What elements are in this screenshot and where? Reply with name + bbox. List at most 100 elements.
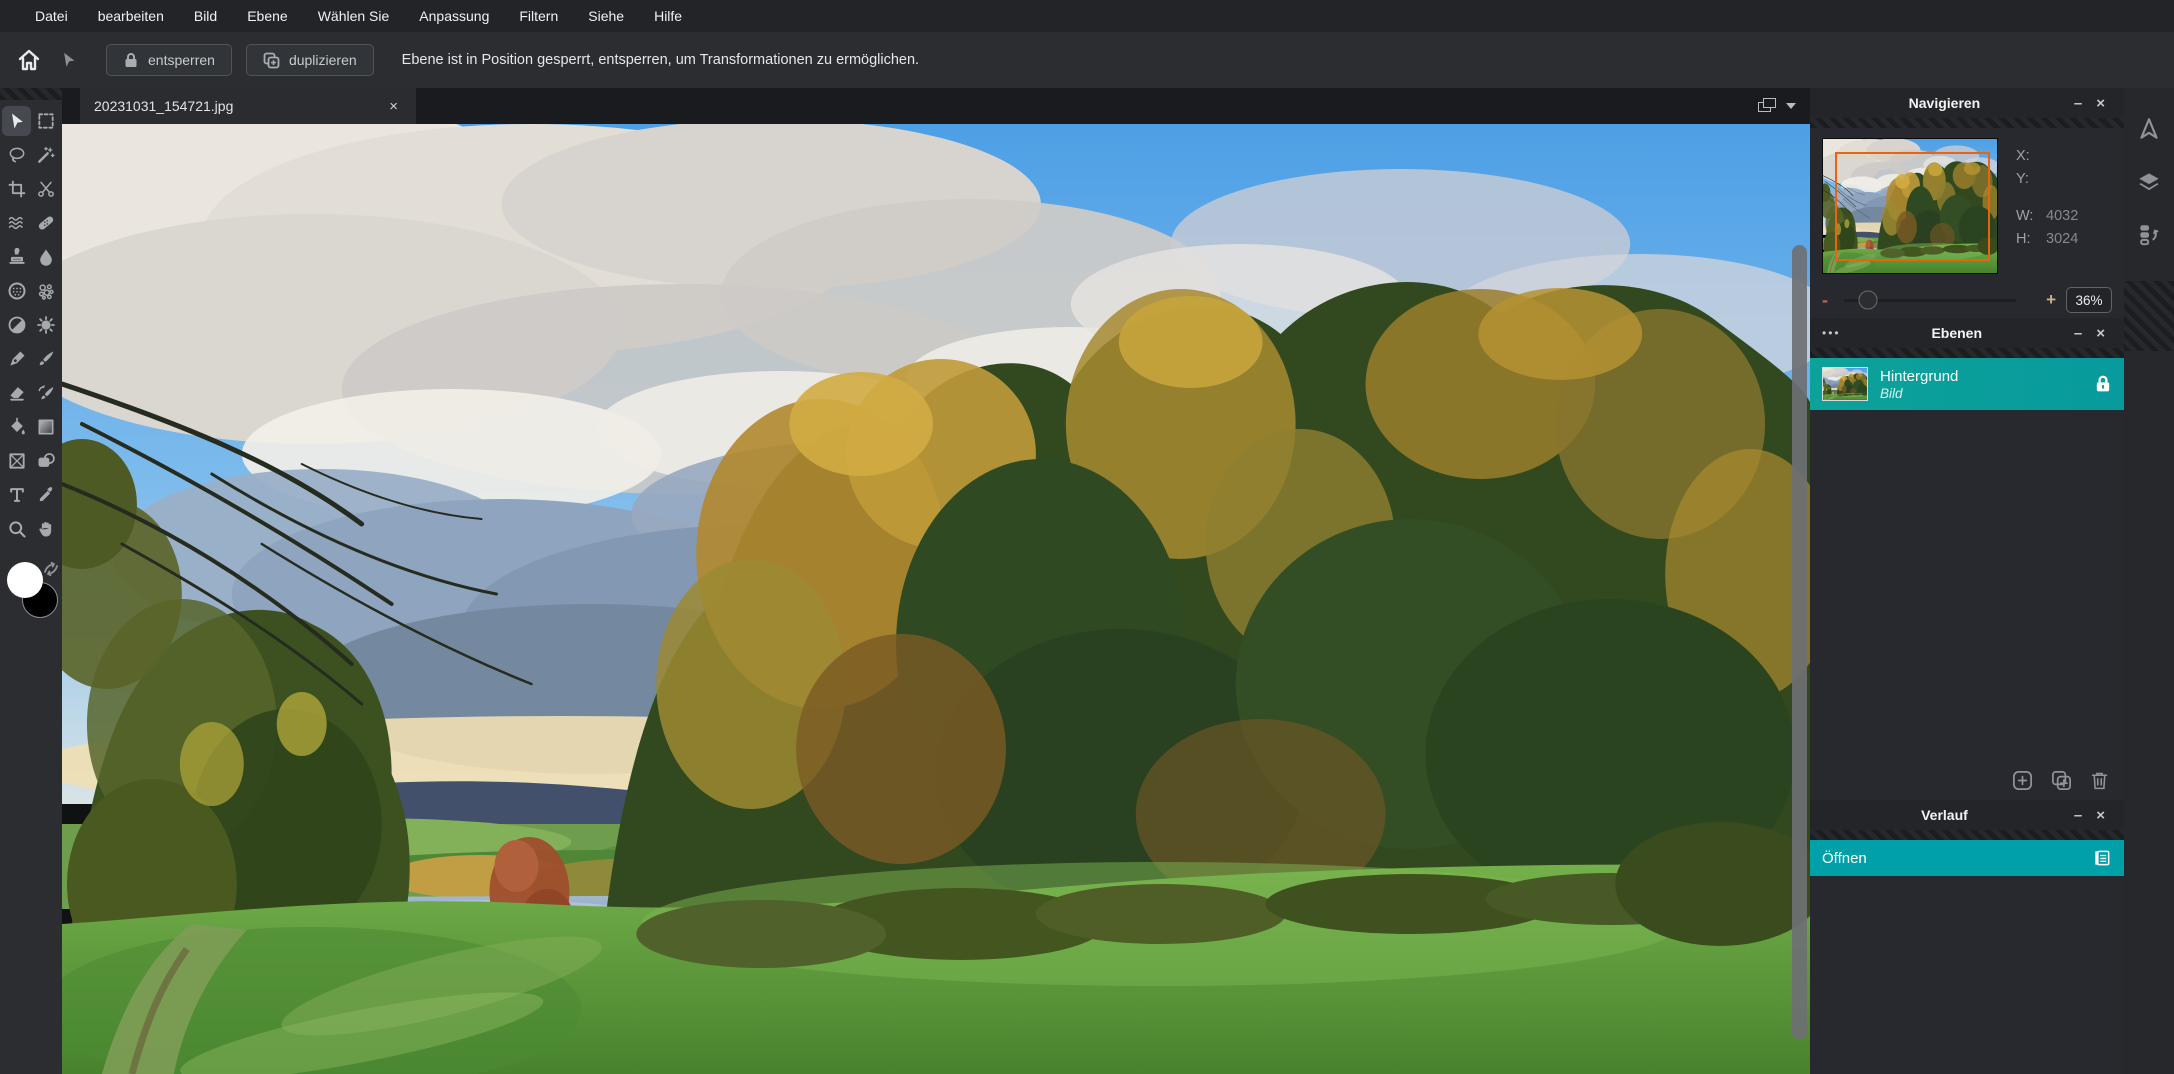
magic-wand-icon (36, 145, 56, 165)
unlock-button[interactable]: entsperren (106, 44, 232, 76)
gradient-icon (36, 417, 56, 437)
tool-dodge-burn[interactable] (2, 310, 31, 340)
history-entry-open[interactable]: Öffnen (1810, 840, 2124, 876)
dock-hatch (0, 88, 62, 100)
vertical-scrollbar[interactable] (1792, 245, 1807, 1040)
tool-marquee[interactable] (31, 106, 60, 136)
navigator-arrow-icon (2136, 116, 2162, 142)
tool-sharpen[interactable] (31, 310, 60, 340)
tool-eraser[interactable] (2, 378, 31, 408)
dock-hatch (2124, 281, 2174, 351)
tool-hand[interactable] (31, 514, 60, 544)
collapsed-panel-strip (2124, 88, 2174, 1074)
zoom-slider[interactable] (1844, 299, 2016, 302)
tool-shape[interactable] (31, 446, 60, 476)
menu-anpassung[interactable]: Anpassung (404, 0, 504, 32)
tool-healing-brush[interactable] (31, 208, 60, 238)
duplicate-layer-icon[interactable] (2050, 769, 2073, 792)
zoom-out-button[interactable]: - (1822, 290, 1840, 311)
history-entry-label: Öffnen (1822, 850, 2092, 867)
navigator-thumbnail[interactable] (1822, 138, 1998, 274)
magnifier-icon (7, 519, 27, 539)
history-header[interactable]: Verlauf – × (1810, 800, 2124, 830)
menu-ebene[interactable]: Ebene (232, 0, 302, 32)
tool-liquify[interactable] (2, 208, 31, 238)
layers-minimize-button[interactable]: – (2067, 325, 2089, 342)
pen-icon (7, 349, 27, 369)
zoom-value-field[interactable]: 36% (2066, 287, 2112, 313)
zoom-slider-handle[interactable] (1859, 291, 1878, 310)
history-empty-area (1810, 876, 2124, 1074)
height-label: H: (2016, 231, 2046, 247)
strip-layers-button[interactable] (2136, 169, 2162, 200)
layers-stack-icon (2136, 169, 2162, 195)
tool-pen[interactable] (2, 344, 31, 374)
y-label: Y: (2016, 171, 2046, 187)
pointer-tool-indicator[interactable] (52, 43, 86, 77)
tool-eyedropper[interactable] (31, 480, 60, 510)
scissors-icon (36, 179, 56, 199)
tool-mesh[interactable] (2, 276, 31, 306)
tool-slice[interactable] (31, 174, 60, 204)
move-icon (7, 111, 27, 131)
marquee-icon (36, 111, 56, 131)
navigator-minimize-button[interactable]: – (2067, 95, 2089, 112)
layer-thumbnail[interactable] (1822, 367, 1868, 401)
dock-hatch (1810, 830, 2124, 840)
new-layer-icon[interactable] (2011, 769, 2034, 792)
arrange-windows-icon[interactable] (1758, 98, 1778, 114)
layer-thumbnail-image (1823, 368, 1867, 400)
history-minimize-button[interactable]: – (2067, 807, 2089, 824)
duplicate-icon (263, 52, 280, 69)
status-message: Ebene ist in Position gesperrt, entsperr… (402, 52, 919, 68)
canvas[interactable] (62, 124, 1810, 1074)
tool-brush[interactable] (31, 344, 60, 374)
navigator-header[interactable]: Navigieren – × (1810, 88, 2124, 118)
tool-blur[interactable] (31, 242, 60, 272)
navigator-close-button[interactable]: × (2089, 95, 2112, 112)
tool-paint-bucket[interactable] (2, 412, 31, 442)
tool-mixer-brush[interactable] (31, 378, 60, 408)
tool-crop[interactable] (2, 174, 31, 204)
layer-lock-icon[interactable] (2094, 374, 2112, 394)
document-area: 20231031_154721.jpg × (62, 88, 1810, 1074)
navigator-viewport-rect[interactable] (1835, 152, 1990, 261)
foreground-color-swatch[interactable] (7, 562, 43, 598)
history-close-button[interactable]: × (2089, 807, 2112, 824)
menu-waehlen-sie[interactable]: Wählen Sie (303, 0, 405, 32)
layers-header[interactable]: ••• Ebenen – × (1810, 318, 2124, 348)
strip-navigator-button[interactable] (2136, 116, 2162, 147)
tool-move[interactable] (2, 106, 31, 136)
menu-datei[interactable]: Datei (20, 0, 83, 32)
menu-bild[interactable]: Bild (179, 0, 232, 32)
home-button[interactable] (12, 43, 46, 77)
tab-close-button[interactable]: × (385, 98, 402, 115)
layer-type: Bild (1880, 386, 2094, 401)
type-icon (7, 485, 27, 505)
tool-frame[interactable] (2, 446, 31, 476)
lasso-icon (7, 145, 27, 165)
tool-magic-wand[interactable] (31, 140, 60, 170)
menu-filtern[interactable]: Filtern (504, 0, 573, 32)
document-tab[interactable]: 20231031_154721.jpg × (80, 88, 416, 124)
menu-bearbeiten[interactable]: bearbeiten (83, 0, 179, 32)
tool-type[interactable] (2, 480, 31, 510)
swap-colors-icon[interactable] (42, 560, 60, 578)
delete-layer-icon[interactable] (2089, 769, 2110, 792)
duplicate-button[interactable]: duplizieren (246, 44, 374, 76)
tool-clone-stamp[interactable] (2, 242, 31, 272)
tool-lasso[interactable] (2, 140, 31, 170)
menu-siehe[interactable]: Siehe (573, 0, 639, 32)
layer-row-hintergrund[interactable]: Hintergrund Bild (1810, 358, 2124, 410)
layers-close-button[interactable]: × (2089, 325, 2112, 342)
chevron-down-icon[interactable] (1786, 103, 1796, 109)
eyedropper-icon (36, 485, 56, 505)
layers-menu-button[interactable]: ••• (1822, 326, 1841, 340)
menu-hilfe[interactable]: Hilfe (639, 0, 697, 32)
tool-zoom[interactable] (2, 514, 31, 544)
tool-gradient[interactable] (31, 412, 60, 442)
zoom-in-button[interactable]: + (2046, 290, 2056, 310)
tool-pattern[interactable] (31, 276, 60, 306)
strip-history-button[interactable] (2136, 222, 2162, 253)
history-entry-icon (2092, 848, 2112, 868)
